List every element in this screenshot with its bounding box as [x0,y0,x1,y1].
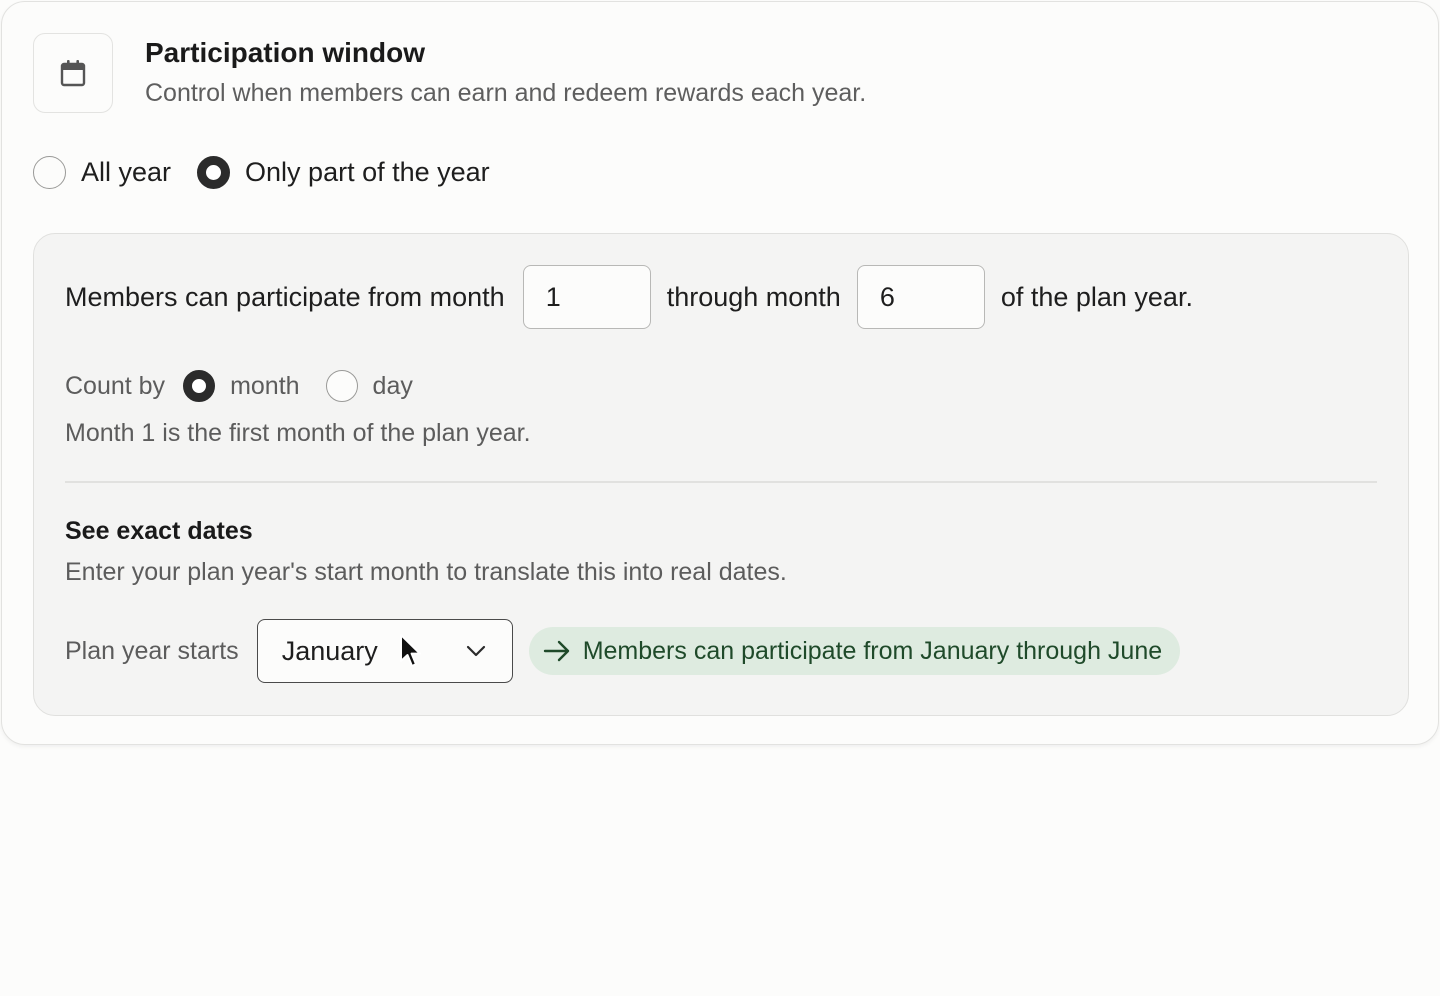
plan-year-start-select[interactable]: January [256,619,513,683]
count-by-group: Count by month day [65,369,413,403]
calendar-icon [60,60,86,87]
plan-year-starts-label: Plan year starts [65,636,239,665]
arrow-right-icon [543,640,569,662]
count-by-month-radio[interactable] [183,370,216,402]
end-month-input[interactable] [856,265,985,329]
date-result-badge: Members can participate from January thr… [528,627,1181,675]
count-by-day-label: day [372,371,413,400]
exact-dates-subtitle: Enter your plan year's start month to tr… [65,558,787,586]
range-middle: through month [666,281,841,312]
participation-mode-group: All year Only part of the year [33,156,490,189]
part-year-label: Only part of the year [245,157,490,187]
participation-window-card: Participation window Control when member… [1,1,1439,745]
count-by-month-option[interactable]: month [183,370,300,402]
section-divider [65,481,1377,483]
chevron-down-icon [466,645,485,657]
all-year-radio[interactable] [33,156,66,189]
count-by-day-radio[interactable] [325,370,358,402]
mode-option-part-year[interactable]: Only part of the year [197,156,490,189]
count-by-month-label: month [230,371,300,400]
part-year-settings-panel: Members can participate from month throu… [33,233,1409,716]
range-prefix: Members can participate from month [65,281,505,312]
range-suffix: of the plan year. [1000,281,1193,312]
exact-dates-title: See exact dates [65,517,253,545]
mode-option-all-year[interactable]: All year [33,156,171,189]
start-month-input[interactable] [522,265,651,329]
count-by-day-option[interactable]: day [325,370,413,402]
all-year-label: All year [81,157,172,187]
page-subtitle: Control when members can earn and redeem… [145,79,867,107]
part-year-radio[interactable] [197,156,231,189]
calendar-icon-tile [33,33,113,113]
page-title: Participation window [145,37,426,68]
count-by-label: Count by [65,371,166,400]
date-result-text: Members can participate from January thr… [582,636,1163,665]
month-hint: Month 1 is the first month of the plan y… [65,419,531,447]
selected-month: January [281,635,378,666]
month-range-row: Members can participate from month throu… [65,265,1193,329]
plan-year-start-row: Plan year starts January Members can par… [65,619,1181,683]
